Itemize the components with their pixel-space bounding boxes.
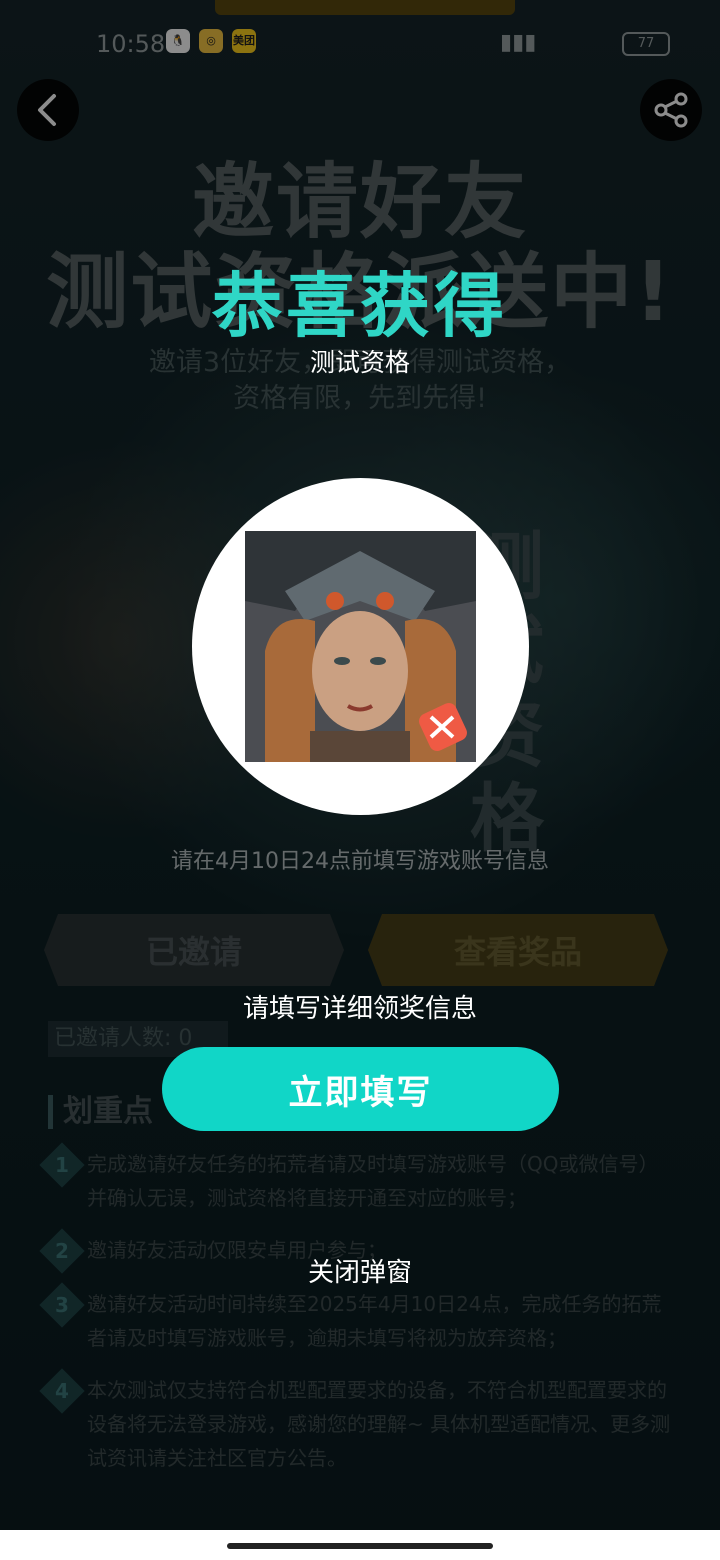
home-indicator[interactable] bbox=[227, 1543, 493, 1549]
prize-image-frame bbox=[192, 478, 529, 815]
close-popup-button[interactable]: 关闭弹窗 bbox=[0, 1252, 720, 1289]
popup-hint: 请填写详细领奖信息 bbox=[242, 994, 477, 1024]
popup-title: 恭喜获得 bbox=[212, 265, 508, 347]
modal-overlay[interactable]: 恭喜获得 测试资格 请填写详细领奖信息 立即填写 关闭弹窗 bbox=[0, 0, 720, 1530]
prize-name: 测试资格 bbox=[309, 348, 410, 377]
prize-image bbox=[245, 531, 476, 762]
home-bar bbox=[0, 1530, 720, 1560]
fill-now-button[interactable]: 立即填写 bbox=[162, 1047, 559, 1131]
game-character-artwork bbox=[245, 531, 476, 762]
